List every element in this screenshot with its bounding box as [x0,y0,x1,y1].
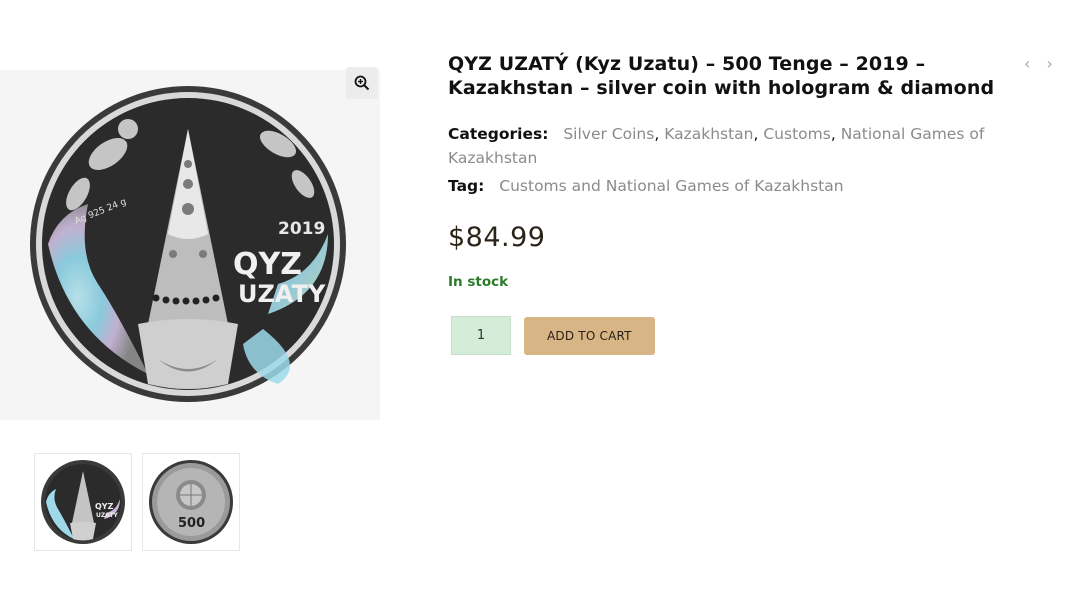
tag-label: Tag: [448,177,485,195]
svg-text:QYZ: QYZ [95,502,114,511]
categories-label: Categories: [448,125,549,143]
next-product-icon[interactable]: › [1046,56,1052,72]
category-link-customs[interactable]: Customs [763,125,830,143]
add-to-cart-form: ADD TO CART [451,316,655,355]
product-meta: Categories: Silver Coins, Kazakhstan, Cu… [448,122,1028,198]
svg-text:UZATY: UZATY [96,512,118,519]
prev-product-icon[interactable]: ‹ [1024,56,1030,72]
tag-row: Tag: Customs and National Games of Kazak… [448,174,1028,198]
zoom-button[interactable] [346,67,378,99]
thumbnail-obverse[interactable]: QYZ UZATY [34,453,132,551]
coin-qyz-text: QYZ [233,247,302,282]
product-navigation: ‹ › [1024,56,1053,72]
tag-link[interactable]: Customs and National Games of Kazakhstan [499,177,843,195]
add-to-cart-button[interactable]: ADD TO CART [524,316,655,355]
categories-row: Categories: Silver Coins, Kazakhstan, Cu… [448,125,985,167]
coin-year-text: 2019 [278,219,325,239]
product-price: $84.99 [448,222,546,253]
quantity-input[interactable] [451,316,511,355]
thumbnail-reverse[interactable]: 500 [142,453,240,551]
thumb-denomination-text: 500 [178,516,205,531]
coin-uzaty-text: UZATY [238,280,326,308]
magnifier-plus-icon [354,75,370,91]
stock-status: In stock [448,274,509,290]
category-link-kazakhstan[interactable]: Kazakhstan [664,125,753,143]
product-title: QYZ UZATÝ (Kyz Uzatu) – 500 Tenge – 2019… [448,53,995,99]
category-link-silver-coins[interactable]: Silver Coins [563,125,654,143]
coin-obverse-image: 2019 QYZ UZATY Ag 925 24 g [28,84,348,404]
product-summary: QYZ UZATÝ (Kyz Uzatu) – 500 Tenge – 2019… [448,52,1028,355]
product-main-image[interactable]: 2019 QYZ UZATY Ag 925 24 g [0,70,380,420]
gallery-thumbnails: QYZ UZATY 500 [34,453,240,551]
